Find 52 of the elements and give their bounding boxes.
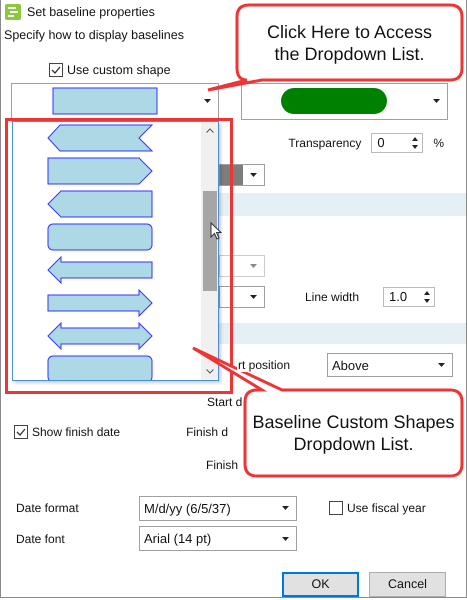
- caret-icon: [250, 172, 257, 177]
- arrow-left-shape-icon[interactable]: [47, 256, 153, 284]
- shape-dropdown[interactable]: [11, 82, 219, 120]
- arrow-right-shape-icon[interactable]: [47, 289, 153, 317]
- date-format-dropdown[interactable]: M/d/yy (6/5/37): [139, 496, 297, 521]
- position-label: rt position: [237, 358, 292, 372]
- scroll-up-icon[interactable]: [206, 128, 214, 133]
- finish-label: Finish: [206, 458, 238, 472]
- dropdown[interactable]: [219, 164, 265, 186]
- cancel-button[interactable]: Cancel: [369, 572, 446, 597]
- subtitle: Specify how to display baselines: [4, 28, 184, 42]
- line-width-label: Line width: [305, 290, 360, 304]
- app-icon: [5, 4, 21, 20]
- date-font-label: Date font: [16, 532, 66, 546]
- dropdown[interactable]: [219, 286, 265, 308]
- transparency-spinner[interactable]: 0: [371, 132, 424, 153]
- color-dropdown[interactable]: [241, 82, 448, 120]
- callout-text: Baseline Custom Shapes Dropdown List.: [251, 411, 456, 455]
- rounded-shape-icon[interactable]: [47, 223, 153, 251]
- caret-icon: [250, 264, 257, 268]
- finish-date-label: Finish d: [186, 425, 228, 440]
- flag-left-shape-icon[interactable]: [47, 124, 153, 152]
- scroll-thumb[interactable]: [202, 191, 216, 291]
- checkbox[interactable]: [329, 501, 343, 516]
- scrollbar[interactable]: [201, 122, 218, 380]
- shape-preview-icon: [52, 87, 158, 116]
- ok-button[interactable]: OK: [282, 572, 359, 597]
- pointed-right-shape-icon[interactable]: [47, 157, 153, 185]
- caret-icon: [282, 536, 289, 541]
- rounded-shape-icon[interactable]: [47, 355, 153, 380]
- window-title: Set baseline properties: [27, 5, 155, 20]
- caret-icon: [438, 363, 445, 368]
- caret-icon: [250, 294, 257, 299]
- scroll-down-icon[interactable]: [206, 369, 214, 374]
- percent-sign: %: [433, 136, 444, 150]
- position-dropdown[interactable]: Above: [327, 353, 453, 378]
- transparency-label: Transparency: [288, 136, 362, 150]
- arrow-both-shape-icon[interactable]: [47, 322, 153, 350]
- callout-text: Click Here to Access the Dropdown List.: [266, 20, 434, 64]
- checkbox-label: Use fiscal year: [347, 501, 426, 516]
- pointed-left-shape-icon[interactable]: [47, 190, 153, 218]
- checkbox[interactable]: [49, 62, 63, 77]
- caret-icon: [282, 506, 289, 510]
- caret-icon: [204, 99, 211, 104]
- start-date-label: Start d: [207, 395, 242, 410]
- line-width-spinner[interactable]: 1.0: [383, 286, 436, 307]
- caret-icon: [433, 99, 440, 104]
- checkbox[interactable]: [14, 425, 28, 440]
- date-format-label: Date format: [16, 501, 80, 516]
- checkbox-label: Show finish date: [32, 425, 120, 440]
- date-font-dropdown[interactable]: Arial (14 pt): [139, 526, 297, 552]
- checkbox-label: Use custom shape: [67, 62, 171, 77]
